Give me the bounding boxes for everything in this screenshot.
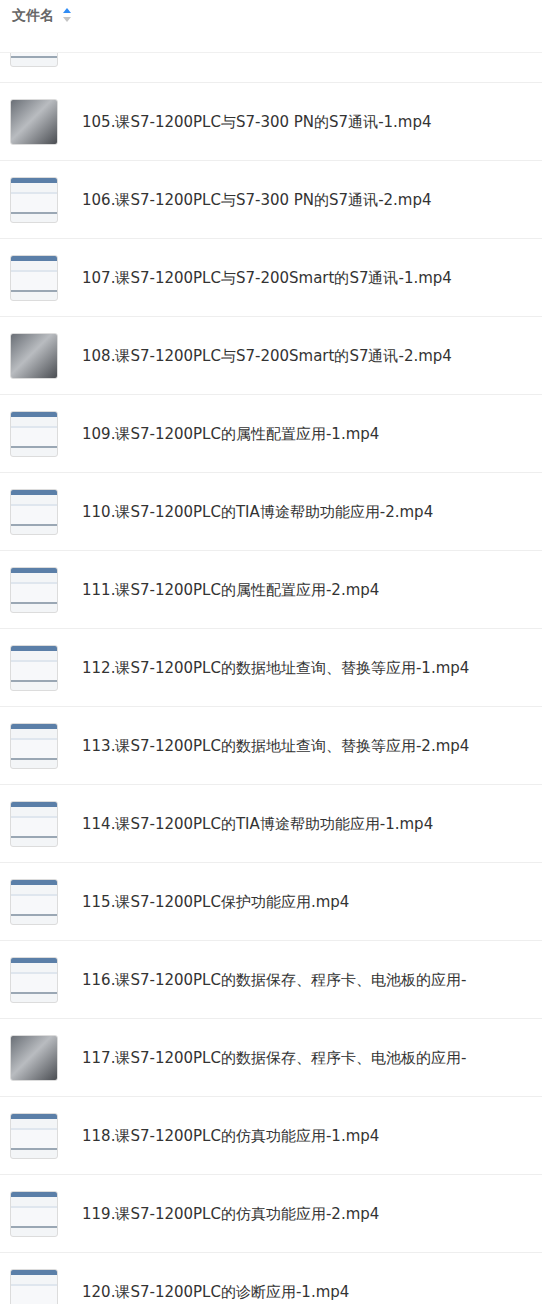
file-row[interactable]: 111.课S7-1200PLC的属性配置应用-2.mp4 — [0, 551, 542, 629]
file-row[interactable]: 114.课S7-1200PLC的TIA博途帮助功能应用-1.mp4 — [0, 785, 542, 863]
filename-column-header[interactable]: 文件名 — [12, 5, 54, 25]
file-row[interactable]: 117.课S7-1200PLC的数据保存、程序卡、电池板的应用- — [0, 1019, 542, 1097]
file-row[interactable]: 118.课S7-1200PLC的仿真功能应用-1.mp4 — [0, 1097, 542, 1175]
file-list: 105.课S7-1200PLC与S7-300 PN的S7通讯-1.mp4 106.… — [0, 52, 542, 1304]
file-name: 111.课S7-1200PLC的属性配置应用-2.mp4 — [82, 579, 532, 601]
file-name: 119.课S7-1200PLC的仿真功能应用-2.mp4 — [82, 1203, 532, 1225]
file-row[interactable] — [0, 52, 542, 83]
video-thumbnail — [10, 52, 58, 67]
file-name: 110.课S7-1200PLC的TIA博途帮助功能应用-2.mp4 — [82, 501, 532, 523]
sort-icon[interactable] — [62, 7, 72, 23]
file-name: 106.课S7-1200PLC与S7-300 PN的S7通讯-2.mp4 — [82, 189, 532, 211]
file-row[interactable]: 107.课S7-1200PLC与S7-200Smart的S7通讯-1.mp4 — [0, 239, 542, 317]
file-name: 118.课S7-1200PLC的仿真功能应用-1.mp4 — [82, 1125, 532, 1147]
file-row[interactable]: 108.课S7-1200PLC与S7-200Smart的S7通讯-2.mp4 — [0, 317, 542, 395]
file-name: 107.课S7-1200PLC与S7-200Smart的S7通讯-1.mp4 — [82, 267, 532, 289]
file-name: 115.课S7-1200PLC保护功能应用.mp4 — [82, 891, 532, 913]
video-thumbnail — [10, 489, 58, 535]
file-row[interactable]: 119.课S7-1200PLC的仿真功能应用-2.mp4 — [0, 1175, 542, 1253]
file-name: 105.课S7-1200PLC与S7-300 PN的S7通讯-1.mp4 — [82, 111, 532, 133]
file-row[interactable]: 116.课S7-1200PLC的数据保存、程序卡、电池板的应用- — [0, 941, 542, 1019]
list-header: 文件名 — [0, 0, 542, 52]
file-row[interactable]: 106.课S7-1200PLC与S7-300 PN的S7通讯-2.mp4 — [0, 161, 542, 239]
video-thumbnail — [10, 879, 58, 925]
video-thumbnail — [10, 411, 58, 457]
video-thumbnail — [10, 801, 58, 847]
video-thumbnail — [10, 1269, 58, 1304]
video-thumbnail — [10, 255, 58, 301]
file-name: 114.课S7-1200PLC的TIA博途帮助功能应用-1.mp4 — [82, 813, 532, 835]
video-thumbnail — [10, 177, 58, 223]
file-name: 116.课S7-1200PLC的数据保存、程序卡、电池板的应用- — [82, 969, 532, 991]
video-thumbnail — [10, 957, 58, 1003]
file-row[interactable]: 113.课S7-1200PLC的数据地址查询、替换等应用-2.mp4 — [0, 707, 542, 785]
file-name: 112.课S7-1200PLC的数据地址查询、替换等应用-1.mp4 — [82, 657, 532, 679]
video-thumbnail — [10, 723, 58, 769]
file-row[interactable]: 112.课S7-1200PLC的数据地址查询、替换等应用-1.mp4 — [0, 629, 542, 707]
file-row[interactable]: 109.课S7-1200PLC的属性配置应用-1.mp4 — [0, 395, 542, 473]
file-name: 108.课S7-1200PLC与S7-200Smart的S7通讯-2.mp4 — [82, 345, 532, 367]
video-thumbnail — [10, 645, 58, 691]
video-thumbnail — [10, 1191, 58, 1237]
video-thumbnail — [10, 1035, 58, 1081]
video-thumbnail — [10, 567, 58, 613]
file-name: 120.课S7-1200PLC的诊断应用-1.mp4 — [82, 1281, 532, 1303]
video-thumbnail — [10, 1113, 58, 1159]
file-list-page: 文件名105.课S7-1200PLC与S7-300 PN的S7通讯-1.mp41… — [0, 0, 542, 1304]
file-row[interactable]: 110.课S7-1200PLC的TIA博途帮助功能应用-2.mp4 — [0, 473, 542, 551]
file-name: 109.课S7-1200PLC的属性配置应用-1.mp4 — [82, 423, 532, 445]
file-row[interactable]: 105.课S7-1200PLC与S7-300 PN的S7通讯-1.mp4 — [0, 83, 542, 161]
file-name: 117.课S7-1200PLC的数据保存、程序卡、电池板的应用- — [82, 1047, 532, 1069]
file-name: 113.课S7-1200PLC的数据地址查询、替换等应用-2.mp4 — [82, 735, 532, 757]
file-row[interactable]: 115.课S7-1200PLC保护功能应用.mp4 — [0, 863, 542, 941]
file-row[interactable]: 120.课S7-1200PLC的诊断应用-1.mp4 — [0, 1253, 542, 1304]
video-thumbnail — [10, 99, 58, 145]
video-thumbnail — [10, 333, 58, 379]
